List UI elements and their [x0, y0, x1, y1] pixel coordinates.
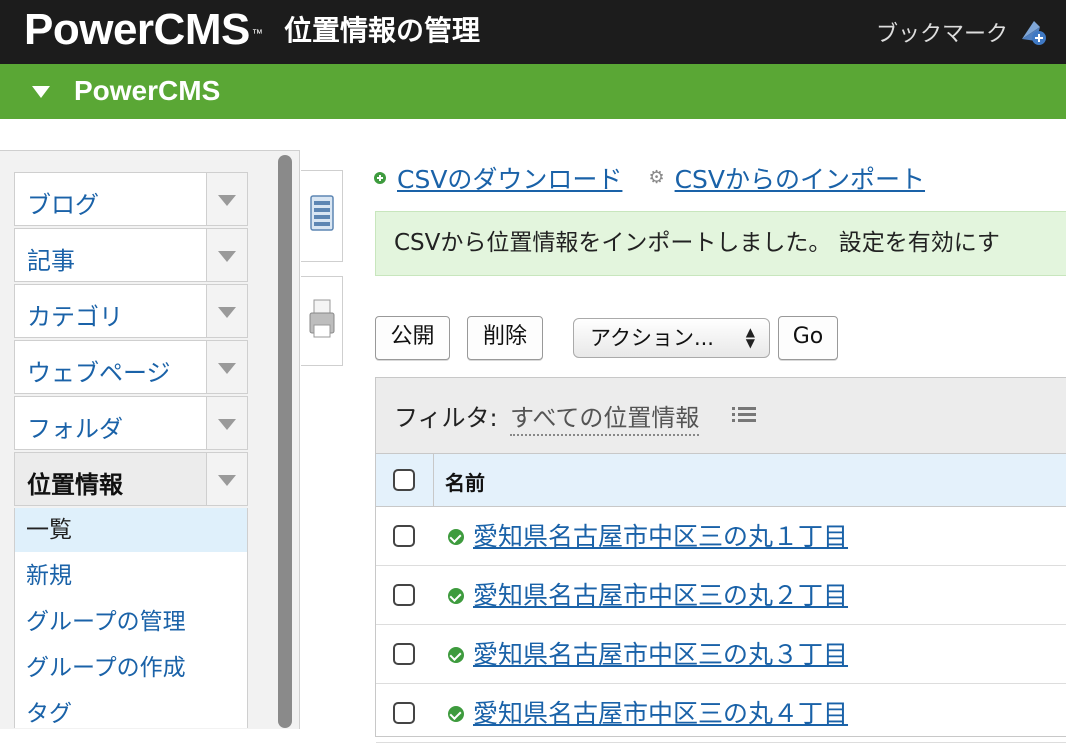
sidebar-item-label: ブログ — [27, 191, 99, 219]
action-select-value: アクション... — [590, 326, 714, 350]
filter-bar: フィルタ: すべての位置情報 — [376, 378, 1066, 454]
chevron-down-icon[interactable] — [206, 285, 247, 337]
delete-button[interactable]: 削除 — [467, 316, 543, 360]
publish-button[interactable]: 公開 — [375, 316, 450, 360]
sidebar-item-label: 記事 — [27, 247, 75, 275]
sidebar-item-folders[interactable]: フォルダ — [14, 396, 248, 450]
server-list-icon — [310, 195, 334, 235]
location-name-link[interactable]: 愛知県名古屋市中区三の丸３丁目 — [473, 635, 848, 671]
csv-download-link[interactable]: CSVのダウンロード — [397, 160, 622, 196]
tool-tab-print[interactable] — [301, 276, 343, 366]
sidebar-item-webpages[interactable]: ウェブページ — [14, 340, 248, 394]
site-name: PowerCMS — [74, 75, 221, 106]
submenu-item-manage-groups[interactable]: グループの管理 — [15, 600, 247, 644]
bookmark-menu[interactable]: ブックマーク — [876, 16, 1048, 48]
published-status-icon — [448, 706, 464, 722]
location-name-link[interactable]: 愛知県名古屋市中区三の丸１丁目 — [473, 517, 848, 553]
table-row: 愛知県名古屋市中区三の丸２丁目 — [376, 566, 1066, 625]
column-header-name[interactable]: 名前 — [445, 467, 485, 496]
action-select[interactable]: アクション... ▲ ▼ — [573, 318, 770, 358]
row-checkbox[interactable] — [393, 643, 415, 665]
tool-tab-list[interactable] — [301, 170, 343, 262]
sidebar-item-label: 位置情報 — [27, 471, 123, 499]
table-row: 愛知県名古屋市中区三の丸３丁目 — [376, 625, 1066, 684]
logo-text: PowerCMS — [24, 5, 250, 54]
filter-label: フィルタ: — [394, 404, 498, 432]
trademark-mark: ™ — [251, 28, 263, 40]
table-row: 愛知県名古屋市中区三の丸１丁目 — [376, 507, 1066, 566]
published-status-icon — [448, 588, 464, 604]
csv-import-link[interactable]: CSVからのインポート — [675, 160, 925, 196]
select-all-checkbox[interactable] — [393, 469, 415, 491]
go-button[interactable]: Go — [778, 316, 838, 360]
location-name-link[interactable]: 愛知県名古屋市中区三の丸４丁目 — [473, 694, 848, 730]
sidebar-item-blog[interactable]: ブログ — [14, 172, 248, 226]
sidebar-item-label: ウェブページ — [27, 359, 171, 387]
sidebar-item-label: カテゴリ — [27, 303, 123, 331]
chevron-down-icon[interactable] — [206, 173, 247, 225]
submenu-item-list[interactable]: 一覧 — [15, 508, 247, 552]
select-updown-icon: ▲ ▼ — [745, 325, 755, 350]
list-icon[interactable] — [732, 406, 756, 428]
submenu-item-new[interactable]: 新規 — [15, 554, 247, 598]
submenu-item-create-group[interactable]: グループの作成 — [15, 646, 247, 690]
success-message: CSVから位置情報をインポートしました。 設定を有効にす — [375, 211, 1066, 276]
sidebar-item-categories[interactable]: カテゴリ — [14, 284, 248, 338]
csv-actions: CSVのダウンロード ⚙ CSVからのインポート — [374, 160, 925, 196]
sidebar-scrollbar[interactable] — [278, 155, 292, 728]
powercms-logo[interactable]: PowerCMS ™ — [24, 4, 263, 56]
location-name-link[interactable]: 愛知県名古屋市中区三の丸２丁目 — [473, 576, 848, 612]
table-row: 愛知県名古屋市中区三の丸４丁目 — [376, 684, 1066, 743]
published-status-icon — [448, 529, 464, 545]
bookmark-add-icon — [1018, 17, 1048, 47]
published-status-icon — [448, 647, 464, 663]
chevron-down-icon[interactable] — [206, 453, 247, 505]
sidebar-item-label: フォルダ — [27, 415, 123, 443]
row-checkbox[interactable] — [393, 702, 415, 724]
site-selector-bar[interactable]: PowerCMS — [0, 64, 1066, 119]
printer-icon — [309, 299, 335, 343]
sidebar-item-entries[interactable]: 記事 — [14, 228, 248, 282]
chevron-down-icon[interactable] — [206, 229, 247, 281]
collapse-triangle-icon — [32, 86, 50, 98]
bookmark-label: ブックマーク — [875, 22, 1008, 47]
filter-value[interactable]: すべての位置情報 — [510, 398, 700, 436]
column-divider — [433, 454, 434, 506]
locations-submenu: 一覧 新規 グループの管理 グループの作成 タグ — [14, 508, 248, 728]
chevron-down-icon[interactable] — [206, 341, 247, 393]
add-circle-icon — [374, 172, 386, 184]
sidebar-item-locations[interactable]: 位置情報 — [14, 452, 248, 506]
submenu-item-tags[interactable]: タグ — [15, 692, 247, 736]
locations-table: フィルタ: すべての位置情報 名前 愛知県名古屋市中区三の丸１丁目 愛知県名古屋… — [375, 377, 1066, 743]
page-title: 位置情報の管理 — [284, 14, 481, 47]
row-checkbox[interactable] — [393, 584, 415, 606]
table-header: 名前 — [376, 454, 1066, 507]
row-checkbox[interactable] — [393, 525, 415, 547]
top-header: PowerCMS ™ 位置情報の管理 ブックマーク — [0, 0, 1066, 64]
chevron-down-icon[interactable] — [206, 397, 247, 449]
gear-icon: ⚙ — [648, 167, 665, 188]
